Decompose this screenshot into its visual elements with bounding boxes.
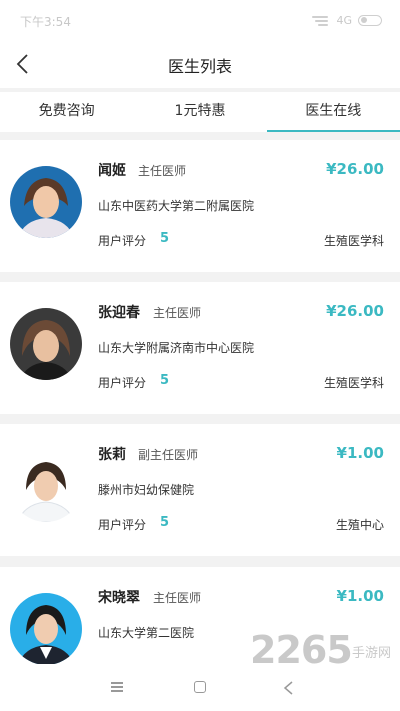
rating-value: 5 (160, 373, 170, 388)
doctor-hospital: 山东大学第二医院 (98, 626, 195, 640)
tab-bar: 免费咨询 1元特惠 医生在线 (0, 92, 400, 132)
doctor-name: 张莉 (98, 447, 126, 463)
rating-value: 5 (160, 515, 170, 530)
watermark-logo: 2265 手游网 (250, 628, 400, 680)
doctor-hospital: 滕州市妇幼保健院 (98, 483, 195, 497)
doctor-card[interactable]: 张莉 副主任医师 ¥1.00 滕州市妇幼保健院 用户评分 5 生殖中心 (0, 424, 400, 556)
doctor-avatar (10, 308, 82, 380)
doctor-hospital: 山东中医药大学第二附属医院 (98, 199, 255, 213)
doctor-name: 宋晓翠 (98, 590, 140, 606)
doctor-card[interactable]: 张迎春 主任医师 ¥26.00 山东大学附属济南市中心医院 用户评分 5 生殖医… (0, 282, 400, 414)
rating-label: 用户评分 (98, 518, 147, 532)
doctor-hospital: 山东大学附属济南市中心医院 (98, 341, 255, 355)
doctor-department: 生殖医学科 (323, 234, 384, 248)
nav-bar: 医生列表 (0, 40, 400, 88)
doctor-price: ¥26.00 (326, 302, 384, 320)
status-time: 下午3:54 (20, 15, 71, 29)
doctor-name: 闻姬 (98, 163, 126, 179)
rating-value: 5 (160, 231, 170, 246)
watermark-site: 手游网 (352, 646, 392, 661)
back-icon[interactable] (282, 680, 296, 695)
home-icon[interactable] (194, 681, 206, 693)
status-indicators: 4G (312, 12, 382, 28)
tab-free-consult[interactable]: 免费咨询 (0, 92, 133, 132)
watermark-number: 2265 (250, 628, 353, 672)
tab-doctor-online[interactable]: 医生在线 (266, 92, 400, 132)
tab-one-yuan-deal[interactable]: 1元特惠 (133, 92, 266, 132)
doctor-avatar (10, 593, 82, 665)
doctor-title: 主任医师 (153, 591, 202, 605)
battery-icon (358, 14, 382, 26)
network-label: 4G (336, 13, 352, 27)
doctor-department: 生殖中心 (335, 518, 384, 532)
doctor-name: 张迎春 (98, 305, 140, 321)
doctor-title: 副主任医师 (138, 448, 199, 462)
doctor-price: ¥1.00 (336, 587, 384, 605)
doctor-price: ¥1.00 (336, 444, 384, 462)
status-bar: 下午3:54 4G (0, 0, 400, 40)
page-title: 医生列表 (167, 57, 232, 76)
rating-label: 用户评分 (98, 376, 147, 390)
doctor-avatar (10, 166, 82, 238)
doctor-department: 生殖医学科 (323, 376, 384, 390)
doctor-title: 主任医师 (138, 164, 187, 178)
menu-icon[interactable] (111, 682, 123, 692)
doctor-avatar (10, 450, 82, 522)
rating-label: 用户评分 (98, 234, 147, 248)
doctor-card[interactable]: 闻姬 主任医师 ¥26.00 山东中医药大学第二附属医院 用户评分 5 生殖医学… (0, 140, 400, 272)
doctor-price: ¥26.00 (326, 160, 384, 178)
signal-icon (312, 14, 330, 26)
doctor-title: 主任医师 (153, 306, 202, 320)
